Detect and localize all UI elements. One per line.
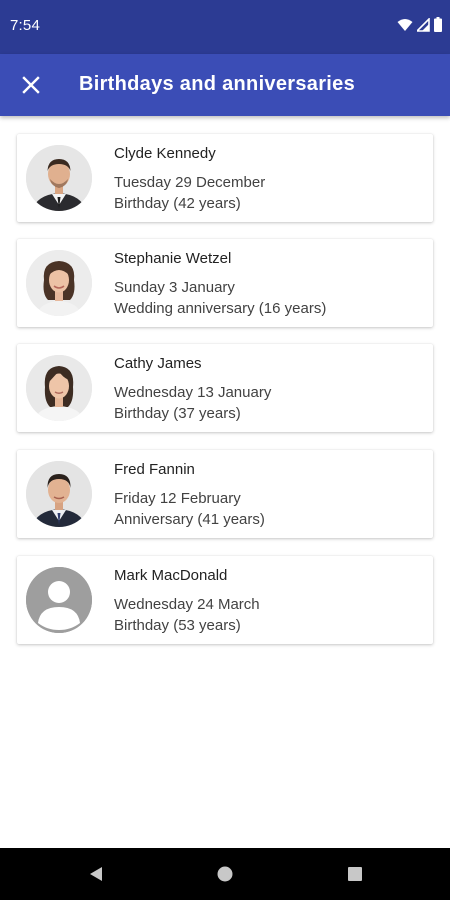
events-list: Clyde Kennedy Tuesday 29 December Birthd…: [0, 116, 450, 848]
contact-name: Clyde Kennedy: [114, 145, 216, 162]
event-date: Wednesday 24 March: [114, 596, 260, 613]
navigation-bar: [0, 848, 450, 900]
event-date: Sunday 3 January: [114, 279, 235, 296]
recents-button[interactable]: [343, 862, 367, 886]
avatar: [26, 355, 92, 421]
event-date: Friday 12 February: [114, 490, 241, 507]
status-bar: 7:54: [0, 0, 450, 54]
event-description: Birthday (42 years): [114, 195, 241, 212]
recents-square-icon: [348, 867, 362, 881]
avatar: [26, 250, 92, 316]
avatar: [26, 461, 92, 527]
back-triangle-icon: [90, 867, 102, 881]
battery-icon: [434, 17, 442, 37]
event-description: Anniversary (41 years): [114, 511, 265, 528]
close-button[interactable]: [14, 68, 48, 102]
screen: 7:54 Birthdays and anniversaries Clyde K…: [0, 0, 450, 900]
app-bar: Birthdays and anniversaries: [0, 54, 450, 116]
contact-name: Mark MacDonald: [114, 567, 228, 584]
status-time: 7:54: [10, 17, 40, 34]
back-button[interactable]: [84, 862, 108, 886]
event-card[interactable]: Mark MacDonald Wednesday 24 March Birthd…: [17, 556, 433, 644]
close-icon: [22, 76, 40, 94]
event-card[interactable]: Cathy James Wednesday 13 January Birthda…: [17, 344, 433, 432]
status-icons: [397, 16, 442, 37]
event-card[interactable]: Stephanie Wetzel Sunday 3 January Weddin…: [17, 239, 433, 327]
contact-name: Fred Fannin: [114, 461, 195, 478]
wifi-icon: [397, 18, 413, 37]
event-date: Tuesday 29 December: [114, 174, 266, 191]
cell-signal-icon: [415, 16, 430, 37]
page-title: Birthdays and anniversaries: [79, 73, 355, 95]
default-avatar-icon: [26, 567, 92, 633]
event-description: Wedding anniversary (16 years): [114, 300, 327, 317]
contact-name: Stephanie Wetzel: [114, 250, 232, 267]
home-circle-icon: [217, 866, 233, 882]
avatar: [26, 145, 92, 211]
event-date: Wednesday 13 January: [114, 384, 272, 401]
event-card[interactable]: Fred Fannin Friday 12 February Anniversa…: [17, 450, 433, 538]
contact-name: Cathy James: [114, 355, 202, 372]
event-description: Birthday (53 years): [114, 617, 241, 634]
home-button[interactable]: [213, 862, 237, 886]
event-card[interactable]: Clyde Kennedy Tuesday 29 December Birthd…: [17, 134, 433, 222]
event-description: Birthday (37 years): [114, 405, 241, 422]
